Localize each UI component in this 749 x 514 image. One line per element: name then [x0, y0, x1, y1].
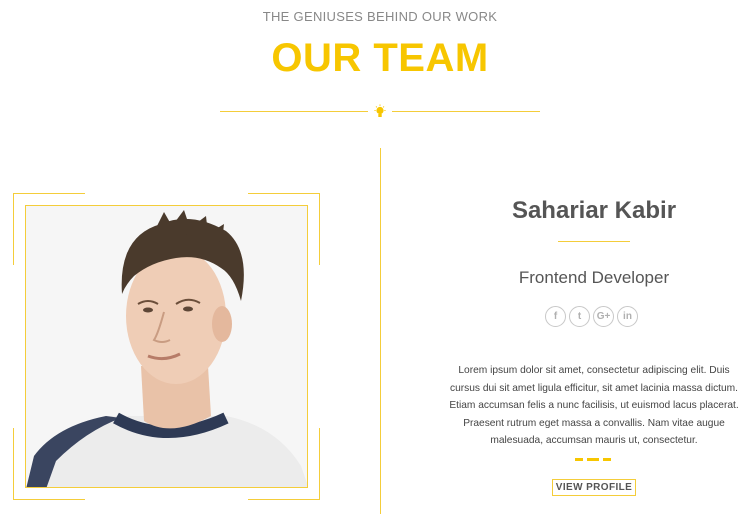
section-eyebrow: THE GENIUSES BEHIND OUR WORK: [262, 9, 498, 24]
linkedin-icon[interactable]: in: [617, 306, 638, 327]
twitter-icon[interactable]: t: [569, 306, 590, 327]
vertical-separator: [380, 148, 381, 514]
accent-dashes: [575, 458, 613, 461]
member-photo: [25, 205, 308, 488]
title-divider: [220, 104, 540, 120]
divider-line-right: [392, 111, 540, 112]
name-underline: [558, 241, 630, 242]
portrait-illustration: [26, 206, 307, 487]
divider-line-left: [220, 111, 368, 112]
member-bio: Lorem ipsum dolor sit amet, consectetur …: [449, 365, 739, 446]
google-plus-icon[interactable]: G+: [593, 306, 614, 327]
member-name: Sahariar Kabir: [511, 197, 677, 224]
social-links: f t G+ in: [545, 306, 638, 328]
view-profile-button[interactable]: VIEW PROFILE: [552, 479, 636, 496]
facebook-icon[interactable]: f: [545, 306, 566, 327]
member-role: Frontend Developer: [518, 268, 670, 287]
section-title: OUR TEAM: [271, 36, 489, 80]
lightbulb-emblem-icon: [374, 104, 386, 117]
